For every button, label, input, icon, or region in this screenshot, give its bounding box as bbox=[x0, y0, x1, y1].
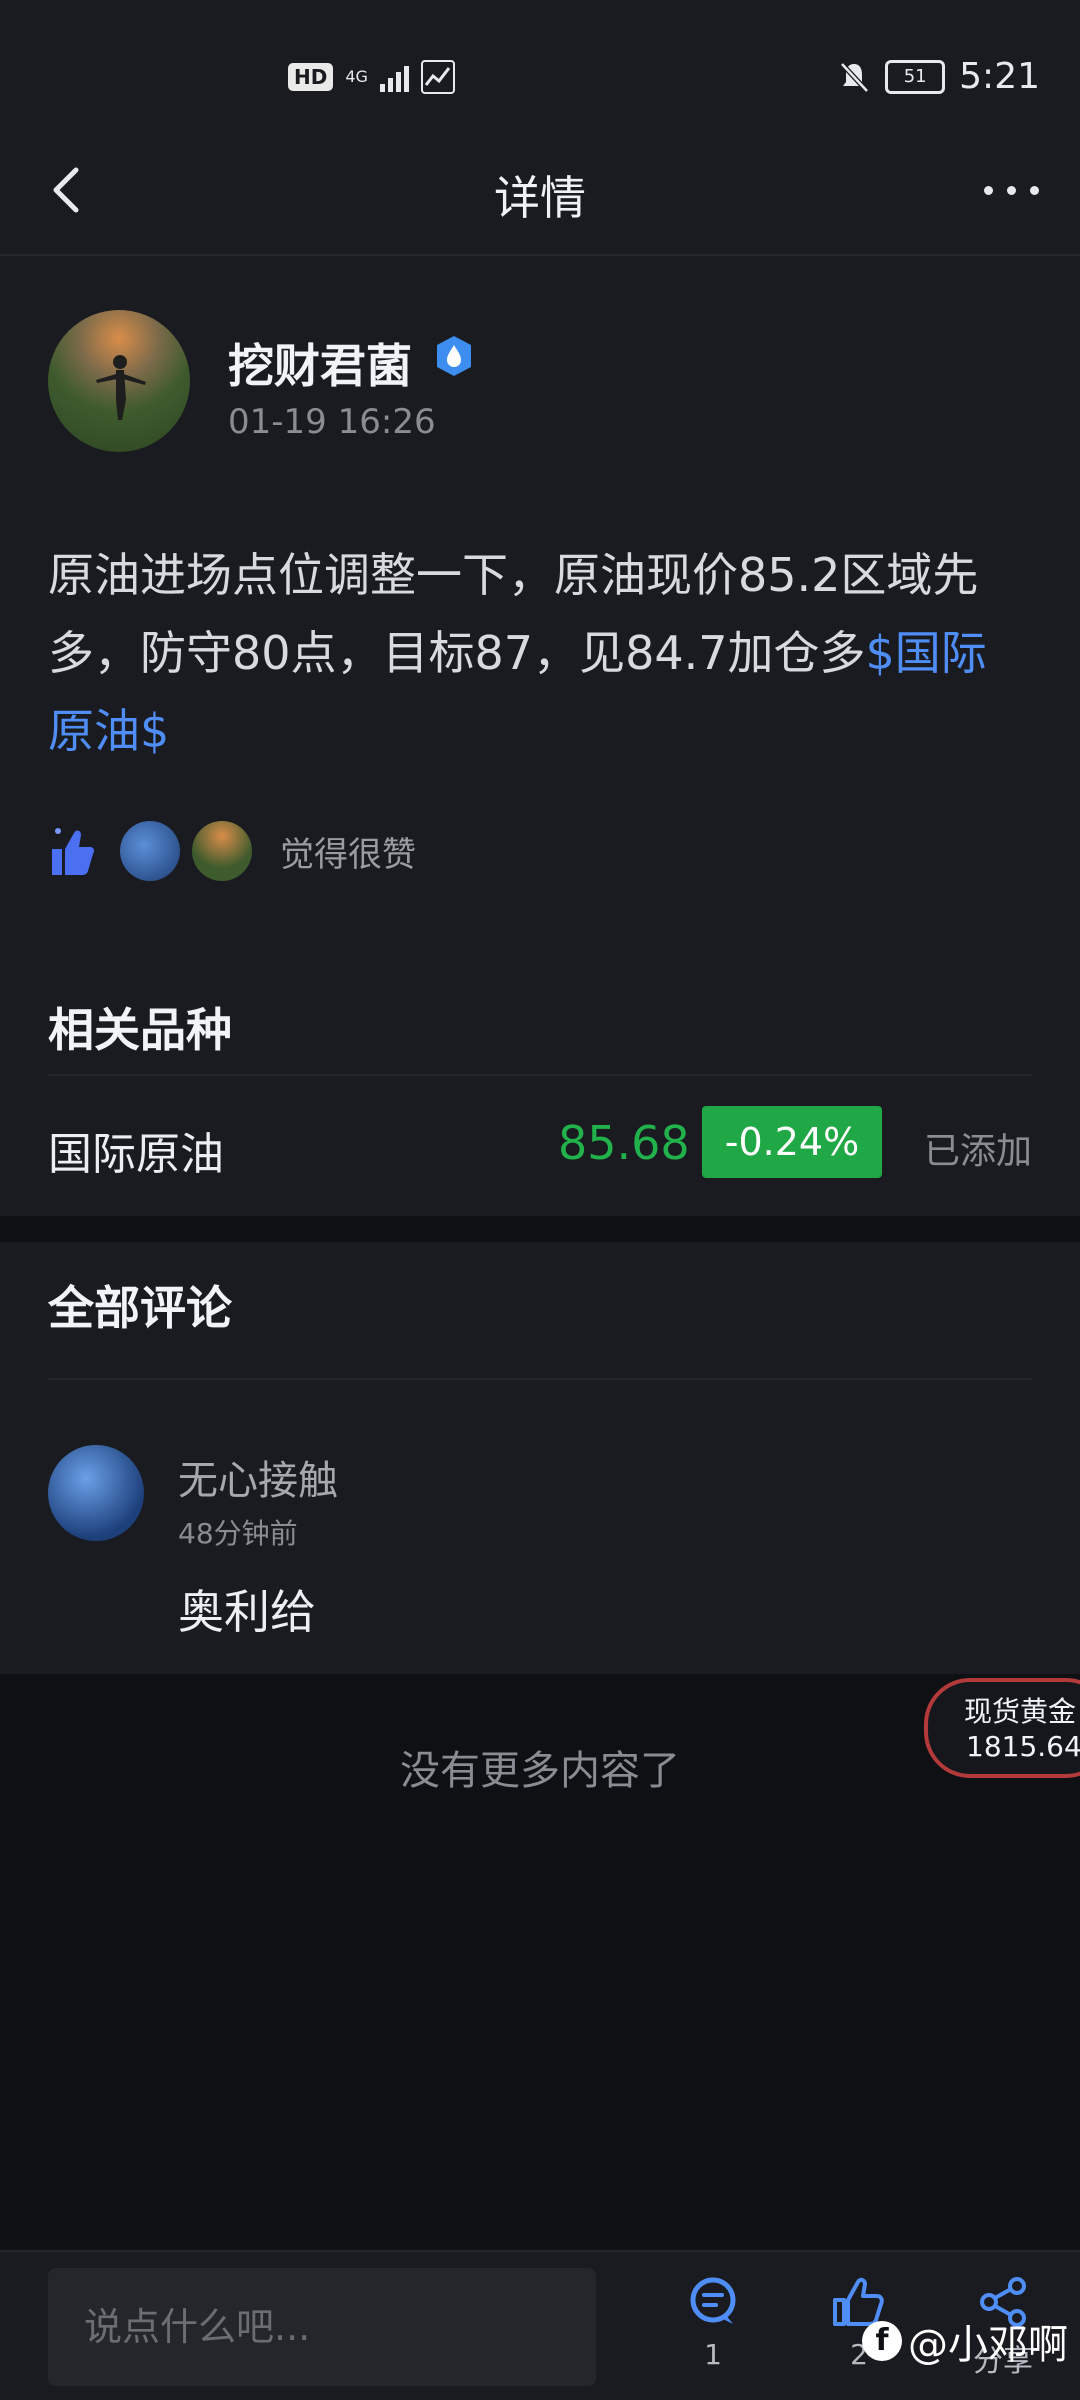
hd-badge: HD bbox=[288, 63, 334, 91]
status-bar: HD 4G 51 5:21 bbox=[0, 0, 1080, 130]
watermark-text: @小邓啊 bbox=[908, 2322, 1068, 2368]
liker-avatar[interactable] bbox=[120, 821, 180, 881]
commenter-avatar[interactable] bbox=[48, 1445, 144, 1541]
instrument-name: 国际原油 bbox=[48, 1129, 224, 1180]
author-name[interactable]: 挖财君菌 bbox=[228, 330, 412, 396]
post-text: 原油进场点位调整一下，原油现价85.2区域先多，防守80点，目标87，见84.7… bbox=[48, 548, 979, 680]
clock: 5:21 bbox=[959, 56, 1040, 97]
comment-button[interactable]: 1 bbox=[668, 2274, 758, 2394]
end-of-list-text: 没有更多内容了 bbox=[400, 1748, 680, 1794]
commenter-name[interactable]: 无心接触 bbox=[178, 1448, 338, 1506]
ticker-name: 现货黄金 bbox=[964, 1695, 1077, 1728]
liker-avatar[interactable] bbox=[192, 821, 252, 881]
comment-bubble-icon bbox=[690, 2277, 736, 2324]
thumbs-up-icon bbox=[52, 828, 94, 875]
added-status-button[interactable]: 已添加 bbox=[924, 1122, 1032, 1174]
comment-timestamp: 48分钟前 bbox=[178, 1517, 298, 1550]
post-content: 原油进场点位调整一下，原油现价85.2区域先多，防守80点，目标87，见84.7… bbox=[48, 536, 1028, 770]
mute-bell-icon bbox=[840, 61, 869, 93]
related-section-title: 相关品种 bbox=[48, 1003, 232, 1057]
stock-app-icon bbox=[420, 60, 455, 94]
instrument-price: 85.68 bbox=[558, 1116, 690, 1170]
more-dot-icon bbox=[983, 185, 993, 195]
verified-badge-icon bbox=[437, 336, 471, 376]
ticker-price: 1815.64 bbox=[966, 1730, 1080, 1763]
divider bbox=[48, 1378, 1032, 1380]
network-label: 4G bbox=[345, 67, 368, 86]
comments-section-title: 全部评论 bbox=[48, 1281, 232, 1335]
person-silhouette-icon bbox=[96, 355, 146, 420]
post-card: 挖财君菌 01-19 16:26 原油进场点位调整一下，原油现价85.2区域先多… bbox=[0, 256, 1080, 1216]
comment-text: 奥利给 bbox=[178, 1585, 316, 1639]
more-dot-icon bbox=[1006, 185, 1016, 195]
signal-icon bbox=[379, 62, 409, 92]
related-instrument-row[interactable]: 国际原油 85.68 -0.24% 已添加 bbox=[0, 1088, 1080, 1208]
comments-section: 全部评论 无心接触 48分钟前 奥利给 bbox=[0, 1242, 1080, 1674]
status-left: HD 4G bbox=[288, 60, 455, 94]
post-timestamp: 01-19 16:26 bbox=[228, 402, 436, 442]
likes-label: 觉得很赞 bbox=[280, 834, 416, 875]
more-options-button[interactable] bbox=[976, 170, 1046, 210]
comment-count: 1 bbox=[704, 2338, 722, 2371]
page-title: 详情 bbox=[494, 171, 586, 225]
likes-row[interactable]: 觉得很赞 bbox=[48, 816, 416, 886]
more-dot-icon bbox=[1029, 185, 1039, 195]
comment-input[interactable] bbox=[48, 2268, 596, 2386]
price-change-badge: -0.24% bbox=[702, 1106, 882, 1178]
status-right: 51 5:21 bbox=[837, 56, 1040, 97]
watermark: f @小邓啊 bbox=[862, 2312, 1068, 2370]
author-avatar[interactable] bbox=[48, 310, 190, 452]
battery-icon: 51 bbox=[885, 59, 946, 94]
screen: HD 4G 51 5:21 详情 挖财君菌 01-19 16:26 原油进场点位… bbox=[0, 0, 1080, 2400]
top-nav: 详情 bbox=[0, 130, 1080, 256]
divider bbox=[48, 1074, 1032, 1076]
platform-logo-icon: f bbox=[862, 2321, 902, 2361]
floating-ticker-widget[interactable]: 现货黄金 1815.64 bbox=[924, 1678, 1080, 1778]
